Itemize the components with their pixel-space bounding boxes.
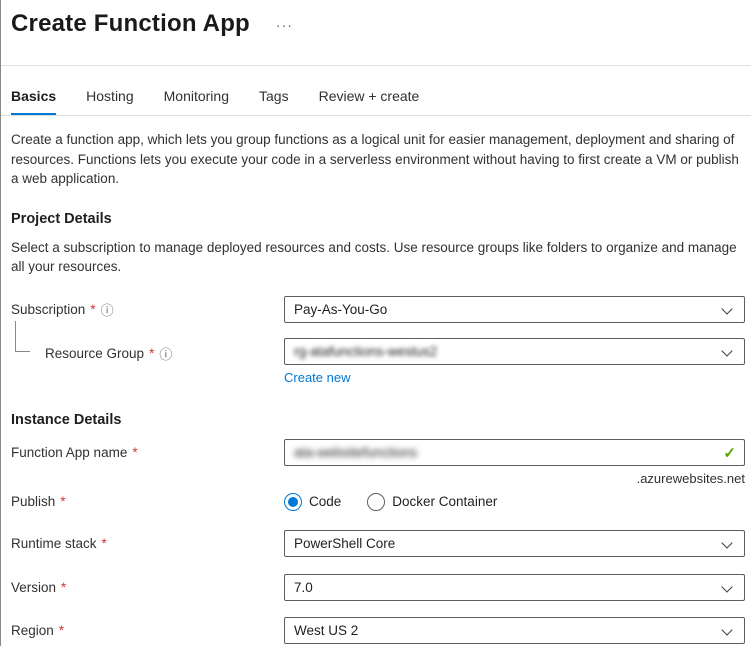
instance-details-heading: Instance Details [11, 411, 122, 428]
intro-text: Create a function app, which lets you gr… [11, 132, 739, 187]
publish-label: Publish * [11, 494, 284, 509]
valid-check-icon: ✓ [723, 444, 736, 462]
resource-group-dropdown[interactable]: rg-atafunctions-westus2 [284, 337, 745, 365]
resource-group-row: Resource Group * ⓘ rg-atafunctions-westu… [1, 320, 751, 385]
resource-group-value: rg-atafunctions-westus2 [294, 343, 438, 359]
publish-option-code[interactable]: Code [284, 492, 342, 511]
function-app-name-label: Function App name * [11, 439, 284, 460]
required-mark: * [61, 579, 67, 595]
subscription-row: Subscription * ⓘ Pay-As-You-Go [1, 295, 751, 323]
required-mark: * [90, 301, 96, 317]
function-app-name-label-text: Function App name [11, 444, 128, 460]
tab-hosting[interactable]: Hosting [86, 88, 133, 115]
more-options-icon[interactable]: ··· [276, 18, 293, 32]
chevron-down-icon [721, 345, 733, 357]
resource-group-label: Resource Group * ⓘ [11, 338, 284, 363]
runtime-stack-label: Runtime stack * [11, 536, 284, 551]
version-row: Version * 7.0 [1, 573, 751, 601]
subscription-value: Pay-As-You-Go [294, 301, 388, 317]
version-dropdown[interactable]: 7.0 [284, 573, 745, 601]
chevron-down-icon [721, 581, 733, 593]
subscription-label-text: Subscription [11, 301, 86, 317]
region-label: Region * [11, 623, 284, 638]
project-details-heading: Project Details [11, 210, 112, 227]
runtime-stack-dropdown[interactable]: PowerShell Core [284, 529, 745, 557]
function-app-name-value: ata-websitefunctions [294, 444, 418, 460]
region-value: West US 2 [294, 622, 359, 638]
version-value: 7.0 [294, 579, 313, 595]
chevron-down-icon [721, 624, 733, 636]
region-row: Region * West US 2 [1, 616, 751, 644]
radio-docker-unselected[interactable] [367, 492, 386, 511]
function-app-name-row: Function App name * ata-websitefunctions… [1, 438, 751, 486]
publish-label-text: Publish [11, 494, 56, 510]
publish-radio-group: Code Docker Container [284, 492, 745, 511]
radio-code-selected[interactable] [284, 492, 302, 511]
runtime-stack-value: PowerShell Core [294, 535, 396, 551]
required-mark: * [58, 622, 65, 638]
domain-suffix: .azurewebsites.net [636, 470, 745, 486]
tab-monitoring[interactable]: Monitoring [164, 88, 229, 115]
region-dropdown[interactable]: West US 2 [284, 616, 745, 644]
required-mark: * [60, 494, 66, 510]
required-mark: * [132, 444, 138, 460]
radio-docker-label: Docker Container [392, 494, 498, 510]
resource-group-label-text: Resource Group [45, 345, 145, 361]
tab-tags[interactable]: Tags [259, 88, 289, 115]
runtime-stack-row: Runtime stack * PowerShell Core [1, 529, 751, 557]
version-label: Version * [11, 580, 284, 595]
publish-row: Publish * Code Docker Container [1, 492, 751, 511]
project-details-description: Select a subscription to manage deployed… [11, 239, 737, 275]
create-new-link[interactable]: Create new [284, 370, 350, 385]
required-mark: * [101, 535, 107, 551]
required-mark: * [149, 345, 155, 361]
publish-option-docker[interactable]: Docker Container [367, 492, 498, 511]
info-icon[interactable]: ⓘ [101, 300, 114, 319]
tab-basics[interactable]: Basics [11, 88, 57, 115]
tab-bar: Basics Hosting Monitoring Tags Review + … [1, 66, 751, 116]
radio-code-label: Code [309, 494, 342, 510]
subscription-dropdown[interactable]: Pay-As-You-Go [284, 295, 745, 323]
page-title: Create Function App [11, 10, 250, 37]
chevron-down-icon [721, 303, 733, 315]
tree-connector [15, 320, 30, 352]
region-label-text: Region [11, 622, 54, 638]
create-function-app-blade: Create Function App ··· Basics Hosting M… [0, 0, 751, 646]
tab-review-create[interactable]: Review + create [319, 88, 420, 115]
blade-header: Create Function App ··· [1, 0, 751, 66]
runtime-stack-label-text: Runtime stack [11, 535, 97, 551]
version-label-text: Version [11, 579, 57, 595]
subscription-label: Subscription * ⓘ [11, 300, 284, 319]
chevron-down-icon [721, 537, 733, 549]
function-app-name-input[interactable]: ata-websitefunctions ✓ [284, 438, 745, 466]
info-icon[interactable]: ⓘ [159, 344, 172, 363]
